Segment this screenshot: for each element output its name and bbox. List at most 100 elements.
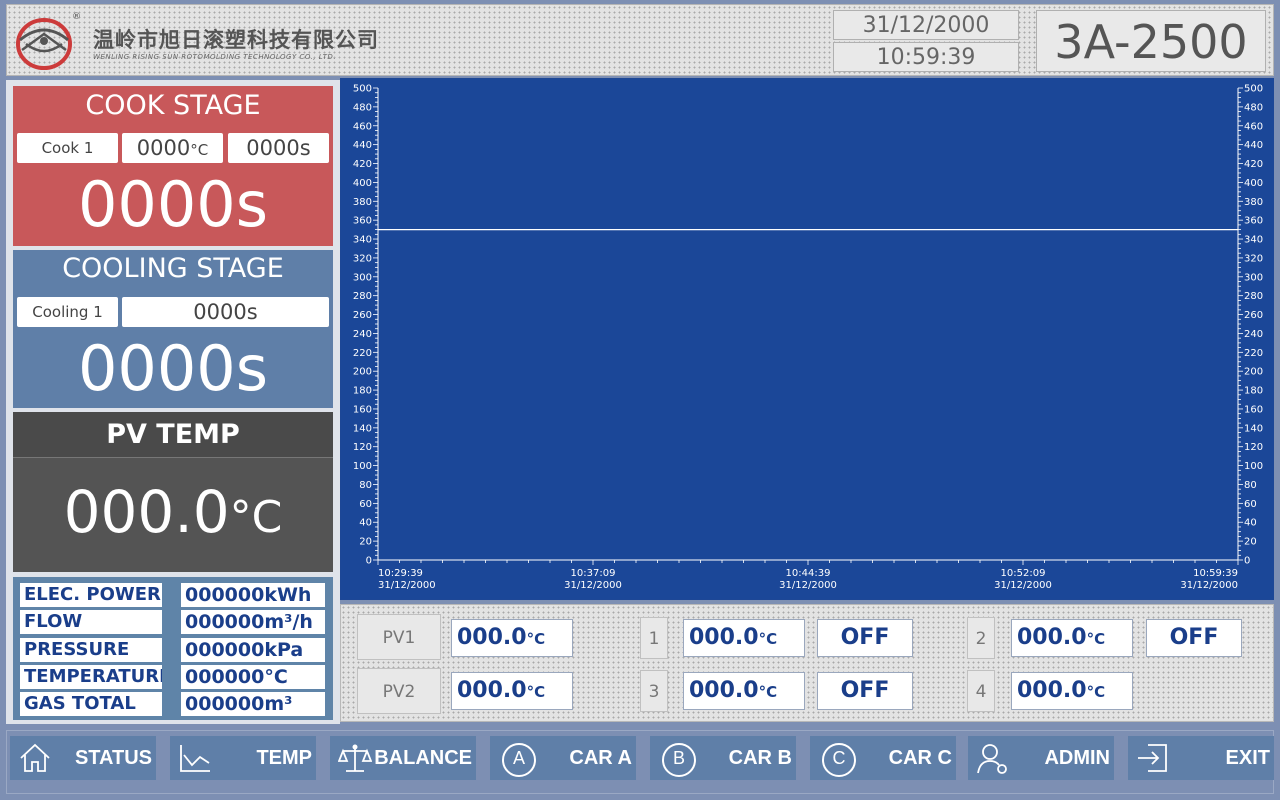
y-tick-label-right: 160 [1244,404,1263,415]
balance-icon [338,744,372,772]
zone-2-state-button[interactable]: OFF [1146,619,1242,657]
exit-button[interactable]: EXIT [1128,736,1274,780]
y-tick-label-right: 280 [1244,291,1263,302]
y-tick-label-left: 400 [353,178,372,189]
y-tick-label-right: 420 [1244,159,1263,170]
y-tick-label-right: 260 [1244,310,1263,321]
zone-1-state-button[interactable]: OFF [817,619,913,657]
car-b-label: CAR B [728,747,792,769]
temp-button[interactable]: TEMP [170,736,316,780]
exit-label: EXIT [1225,747,1270,769]
cooling-setpoint-time[interactable]: 0000s [122,297,329,327]
cook-stage-title: COOK STAGE [85,90,261,121]
y-tick-label-left: 380 [353,197,372,208]
admin-button[interactable]: ADMIN [968,736,1114,780]
zone-1-reading: 000.0°C [683,619,805,657]
cooling-remaining-time: 0000s [77,332,269,405]
zone-4-reading: 000.0°C [1011,672,1133,710]
cook-stage-panel: COOK STAGE Cook 1 0000°C 0000s 0000s [13,86,333,246]
zone-2-value: 000.0 [1017,625,1087,650]
zone-3-state-button[interactable]: OFF [817,672,913,710]
y-tick-label-right: 100 [1244,461,1263,472]
zone-1-tag: 1 [640,617,668,659]
y-tick-label-left: 40 [359,518,372,529]
cook-setpoint-temp[interactable]: 0000°C [122,133,223,163]
x-tick-label-time: 10:44:39 [786,568,831,579]
y-tick-label-right: 480 [1244,102,1263,113]
y-tick-label-right: 320 [1244,253,1263,264]
x-tick-label-time: 10:59:39 [1193,568,1238,579]
y-tick-label-left: 100 [353,461,372,472]
car-c-button[interactable]: C CAR C [810,736,956,780]
y-tick-label-right: 20 [1244,537,1257,548]
y-tick-label-left: 320 [353,253,372,264]
status-button[interactable]: STATUS [10,736,156,780]
pv1-tag: PV1 [357,614,441,660]
circle-a-icon: A [502,743,536,777]
y-tick-label-right: 220 [1244,348,1263,359]
y-tick-label-right: 240 [1244,329,1263,340]
company-name-en: WENLING RISING SUN ROTOMOLDING TECHNOLOG… [93,53,337,61]
cook-setpoint-time[interactable]: 0000s [228,133,329,163]
company-logo-icon [16,18,72,70]
elec-power-value: 000000kWh [181,583,325,607]
balance-button[interactable]: BALANCE [330,736,476,780]
admin-label: ADMIN [1044,747,1110,769]
gas-total-label: GAS TOTAL [20,692,162,716]
y-tick-label-left: 500 [353,84,372,95]
trademark-mark: ® [72,12,81,22]
cook-setpoint-temp-value: 0000 [136,136,191,160]
zone-2-unit: °C [1086,630,1106,648]
y-tick-label-left: 140 [353,423,372,434]
cooling-stage-title: COOLING STAGE [62,253,284,284]
x-tick-label-date: 31/12/2000 [1180,580,1238,591]
temp-label: TEMP [256,747,312,769]
y-tick-label-right: 40 [1244,518,1257,529]
y-tick-label-left: 20 [359,537,372,548]
pv2-tag: PV2 [357,668,441,714]
zone-3-unit: °C [758,683,778,701]
user-gear-icon [977,744,1007,774]
y-tick-label-left: 60 [359,499,372,510]
temperature-label: TEMPERATURE [20,665,162,689]
pv-temp-panel: PV TEMP 000.0°C [13,412,333,572]
circle-b-icon: B [662,743,696,777]
pressure-label: PRESSURE [20,638,162,662]
cook-remaining-time: 0000s [77,168,269,241]
y-tick-label-right: 0 [1244,556,1250,567]
pv-temp-title: PV TEMP [13,412,333,458]
y-tick-label-left: 240 [353,329,372,340]
zone-1-unit: °C [758,630,778,648]
y-tick-label-right: 180 [1244,386,1263,397]
y-tick-label-left: 0 [366,556,372,567]
x-tick-label-date: 31/12/2000 [564,580,622,591]
y-tick-label-left: 360 [353,216,372,227]
x-tick-label-time: 10:37:09 [571,568,616,579]
y-tick-label-left: 300 [353,272,372,283]
y-tick-label-right: 380 [1244,197,1263,208]
cooling-step-label[interactable]: Cooling 1 [17,297,118,327]
zone-3-value: 000.0 [689,678,759,703]
y-tick-label-right: 460 [1244,121,1263,132]
cooling-stage-panel: COOLING STAGE Cooling 1 0000s 0000s [13,250,333,408]
pv2-reading: 000.0°C [451,672,573,710]
car-a-label: CAR A [569,747,632,769]
temp-trend-chart[interactable]: 0 0 20 20 40 40 60 60 80 80 100 100 120 120 140 140 160 1… [341,79,1273,599]
x-tick-label-time: 10:52:09 [1001,568,1046,579]
y-tick-label-right: 360 [1244,216,1263,227]
car-a-button[interactable]: A CAR A [490,736,636,780]
y-tick-label-right: 440 [1244,140,1263,151]
x-tick-label-date: 31/12/2000 [378,580,436,591]
y-tick-label-left: 180 [353,386,372,397]
time-display: 10:59:39 [833,42,1019,72]
chart-background [341,79,1273,599]
pv1-reading: 000.0°C [451,619,573,657]
pv-temp-unit: °C [229,492,283,543]
exit-icon [1138,744,1167,772]
pv1-value: 000.0 [457,625,527,650]
y-tick-label-left: 480 [353,102,372,113]
pv1-unit: °C [526,630,546,648]
cook-step-label[interactable]: Cook 1 [17,133,118,163]
zone-4-value: 000.0 [1017,678,1087,703]
car-b-button[interactable]: B CAR B [650,736,796,780]
